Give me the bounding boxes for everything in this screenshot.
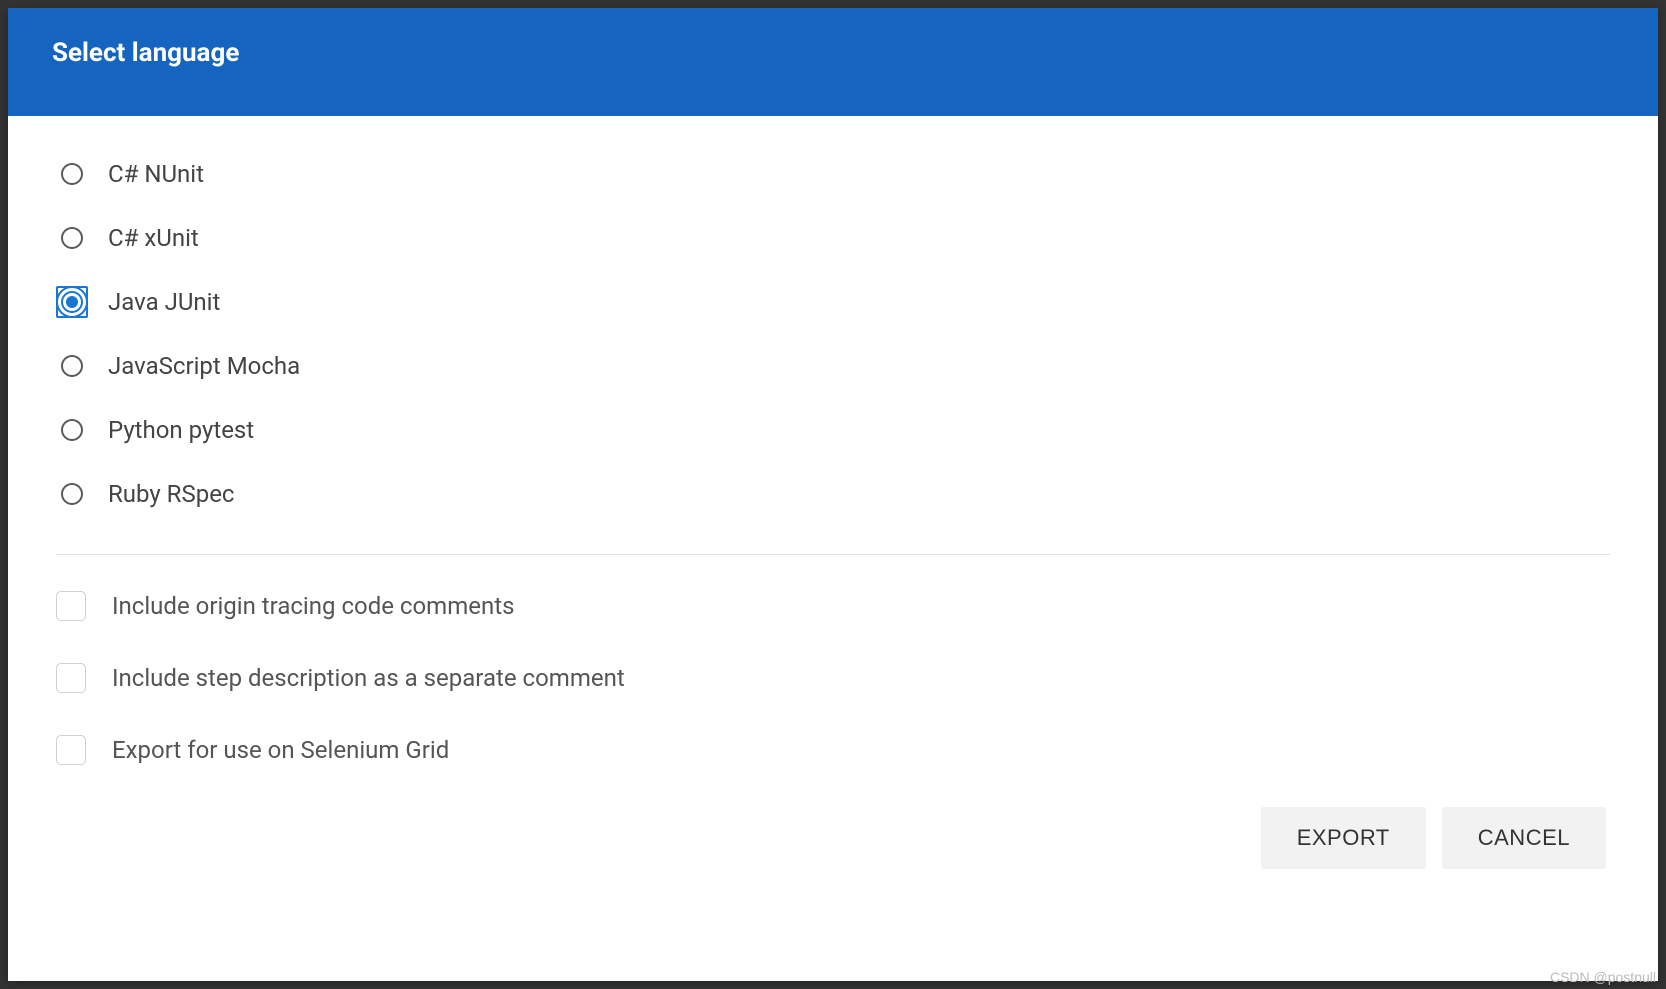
radio-python-pytest[interactable]: Python pytest (56, 414, 1610, 446)
export-options-list: Include origin tracing code comments Inc… (56, 591, 1610, 765)
radio-label: C# NUnit (108, 160, 204, 188)
radio-icon-selected (61, 291, 83, 313)
dialog-footer: EXPORT CANCEL (56, 807, 1610, 869)
checkbox-selenium-grid[interactable]: Export for use on Selenium Grid (56, 735, 1610, 765)
language-radio-list: C# NUnit C# xUnit Java JUnit (56, 158, 1610, 510)
dialog-title: Select language (52, 38, 1614, 68)
radio-label: Java JUnit (108, 288, 220, 316)
radio-java-junit[interactable]: Java JUnit (56, 286, 1610, 318)
divider (56, 554, 1610, 555)
export-button[interactable]: EXPORT (1261, 807, 1426, 869)
watermark: CSDN @postnull (1550, 969, 1656, 985)
radio-icon (61, 355, 83, 377)
radio-label: Python pytest (108, 416, 254, 444)
dialog-header: Select language (8, 8, 1658, 116)
radio-ruby-rspec[interactable]: Ruby RSpec (56, 478, 1610, 510)
radio-icon (61, 227, 83, 249)
checkbox-label: Include step description as a separate c… (112, 664, 625, 692)
radio-label: JavaScript Mocha (108, 352, 300, 380)
checkbox-origin-tracing[interactable]: Include origin tracing code comments (56, 591, 1610, 621)
radio-icon (61, 419, 83, 441)
checkbox-label: Export for use on Selenium Grid (112, 736, 449, 764)
checkbox-icon (56, 663, 86, 693)
radio-icon (61, 163, 83, 185)
dialog-body: C# NUnit C# xUnit Java JUnit (8, 116, 1658, 981)
radio-csharp-xunit[interactable]: C# xUnit (56, 222, 1610, 254)
radio-csharp-nunit[interactable]: C# NUnit (56, 158, 1610, 190)
checkbox-icon (56, 735, 86, 765)
radio-label: C# xUnit (108, 224, 199, 252)
radio-javascript-mocha[interactable]: JavaScript Mocha (56, 350, 1610, 382)
radio-label: Ruby RSpec (108, 480, 234, 508)
select-language-dialog: Select language C# NUnit C# xUnit (8, 8, 1658, 981)
checkbox-icon (56, 591, 86, 621)
checkbox-step-description[interactable]: Include step description as a separate c… (56, 663, 1610, 693)
cancel-button[interactable]: CANCEL (1442, 807, 1606, 869)
radio-icon (61, 483, 83, 505)
checkbox-label: Include origin tracing code comments (112, 592, 514, 620)
